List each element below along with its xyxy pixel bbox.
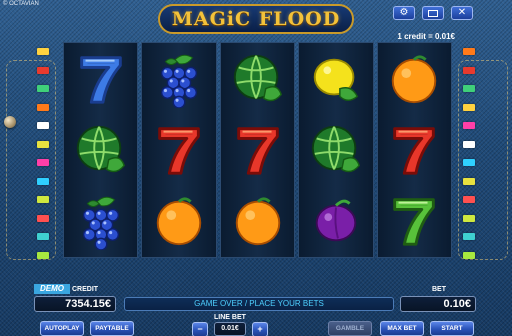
line-marker (37, 177, 49, 185)
line-marker (463, 85, 475, 92)
gear-icon: ⚙ (399, 7, 409, 18)
bet-value: 0.10€ (443, 298, 471, 310)
line-marker (463, 140, 475, 148)
settings-button[interactable]: ⚙ (393, 6, 415, 20)
line-marker (37, 122, 49, 129)
line-bet-display: 0.01€ (214, 322, 246, 336)
line-marker (37, 214, 49, 222)
line-bet-label: LINE BET (214, 314, 246, 321)
bet-display: 0.10€ (400, 296, 476, 312)
status-message: GAME OVER / PLACE YOUR BETS (124, 297, 394, 311)
start-button[interactable]: START (430, 321, 474, 336)
grapes-symbol (65, 186, 137, 256)
line-marker (463, 66, 475, 74)
seven-green-symbol (378, 186, 450, 256)
line-marker (463, 233, 475, 240)
minimize-button[interactable] (422, 6, 444, 20)
line-marker (37, 85, 49, 92)
reel-3 (219, 42, 296, 258)
credit-label: CREDIT (72, 286, 99, 293)
line-bet-value: 0.01€ (221, 325, 239, 332)
orange-symbol (378, 44, 450, 114)
minimize-icon (428, 9, 438, 17)
line-marker (463, 177, 475, 185)
line-marker (463, 196, 475, 203)
credit-rate: 1 credit = 0.01€ (397, 32, 455, 41)
rivet-left (4, 116, 16, 128)
demo-badge: DEMO (34, 284, 70, 294)
gamble-button[interactable]: GAMBLE (328, 321, 372, 336)
lemon-symbol (300, 44, 372, 114)
line-marker (463, 214, 475, 222)
line-bet-plus-button[interactable]: + (252, 322, 268, 336)
orange-symbol (222, 186, 294, 256)
line-marker (37, 48, 49, 55)
watermelon-symbol (222, 44, 294, 114)
seven-red-symbol (222, 115, 294, 185)
line-marker (37, 233, 49, 240)
reel-4 (298, 42, 374, 258)
reel-1 (63, 42, 139, 258)
paytable-button[interactable]: PAYTABLE (90, 321, 134, 336)
seven-red-symbol (143, 115, 215, 185)
credit-value: 7354.15€ (65, 298, 111, 310)
watermelon-symbol (65, 115, 137, 185)
close-button[interactable]: ✕ (451, 6, 473, 20)
line-marker (463, 251, 475, 259)
bet-label: BET (432, 286, 446, 293)
orange-symbol (143, 186, 215, 256)
watermelon-symbol (300, 115, 372, 185)
line-marker (463, 48, 475, 55)
line-marker (463, 159, 475, 166)
credit-display: 7354.15€ (34, 296, 116, 312)
reel-2 (141, 42, 217, 258)
line-marker (37, 140, 49, 148)
reels-area (63, 42, 453, 258)
line-marker (37, 66, 49, 74)
brand-label: © OCTAVIAN (3, 1, 39, 7)
game-logo: MAGiC FLOOD (158, 4, 354, 34)
seven-blue-symbol (65, 44, 137, 114)
line-marker (37, 103, 49, 111)
autoplay-button[interactable]: AUTOPLAY (40, 321, 84, 336)
grapes-symbol (143, 44, 215, 114)
reel-5 (376, 42, 453, 258)
line-marker (37, 251, 49, 259)
plum-symbol (300, 186, 372, 256)
line-marker (37, 196, 49, 203)
line-bet-minus-button[interactable]: − (192, 322, 208, 336)
line-marker (463, 122, 475, 129)
close-icon: ✕ (457, 7, 467, 18)
line-marker (37, 159, 49, 166)
line-marker (463, 103, 475, 111)
seven-red-symbol (378, 115, 450, 185)
max-bet-button[interactable]: MAX BET (380, 321, 424, 336)
